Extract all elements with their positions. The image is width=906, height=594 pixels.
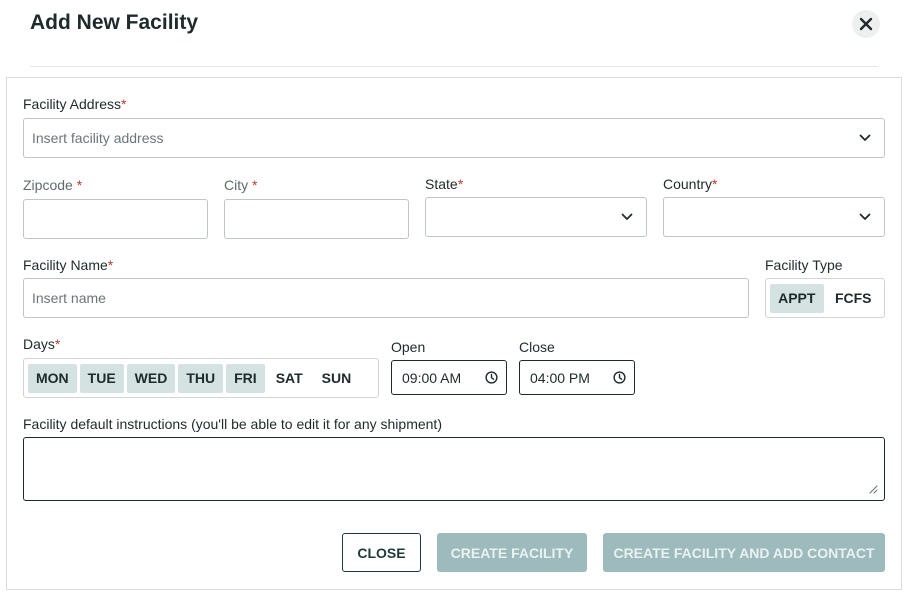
create-facility-and-add-contact-button[interactable]: CREATE FACILITY AND ADD CONTACT	[603, 533, 885, 572]
zipcode-input[interactable]	[23, 199, 208, 239]
close-dialog-button[interactable]	[852, 10, 880, 38]
facility-type-appt[interactable]: APPT	[770, 283, 824, 313]
days-label: Days*	[23, 336, 61, 352]
days-selector: MON TUE WED THU FRI SAT SUN	[23, 358, 379, 398]
create-facility-button[interactable]: CREATE FACILITY	[437, 533, 587, 572]
instructions-label: Facility default instructions (you'll be…	[23, 416, 442, 432]
day-wed[interactable]: WED	[126, 363, 176, 393]
day-thu[interactable]: THU	[178, 363, 224, 393]
open-time-input[interactable]: 09:00 AM	[391, 360, 507, 395]
day-tue[interactable]: TUE	[79, 363, 124, 393]
title-divider	[30, 66, 878, 67]
chevron-down-icon	[858, 131, 872, 145]
zipcode-label: Zipcode *	[23, 177, 83, 193]
day-sun[interactable]: SUN	[314, 364, 360, 393]
facility-type-toggle: APPT FCFS	[765, 278, 885, 318]
chevron-down-icon	[858, 210, 872, 224]
country-select[interactable]	[663, 197, 885, 237]
clock-icon	[485, 371, 498, 384]
instructions-textarea[interactable]	[23, 437, 885, 501]
day-fri[interactable]: FRI	[226, 363, 265, 393]
clock-icon	[613, 371, 626, 384]
close-time-value: 04:00 PM	[530, 369, 590, 386]
day-sat[interactable]: SAT	[268, 364, 311, 393]
resize-handle-icon[interactable]	[869, 485, 878, 494]
close-button[interactable]: CLOSE	[342, 533, 421, 572]
close-label: Close	[519, 339, 555, 355]
address-label: Facility Address*	[23, 96, 127, 112]
chevron-down-icon	[620, 210, 634, 224]
dialog-title: Add New Facility	[30, 11, 199, 34]
facility-name-placeholder: Insert name	[32, 290, 106, 306]
facility-type-fcfs[interactable]: FCFS	[827, 284, 881, 313]
address-placeholder: Insert facility address	[32, 130, 164, 146]
state-label: State*	[425, 176, 464, 192]
facility-name-input[interactable]: Insert name	[23, 278, 749, 318]
city-label: City *	[224, 177, 258, 193]
address-select[interactable]: Insert facility address	[23, 118, 885, 158]
close-time-input[interactable]: 04:00 PM	[519, 360, 635, 395]
day-mon[interactable]: MON	[28, 363, 77, 393]
country-label: Country*	[663, 176, 718, 192]
facility-type-label: Facility Type	[765, 257, 843, 273]
open-time-value: 09:00 AM	[402, 369, 462, 386]
city-input[interactable]	[224, 199, 409, 239]
state-select[interactable]	[425, 197, 647, 237]
facility-name-label: Facility Name*	[23, 257, 114, 273]
open-label: Open	[391, 339, 426, 355]
close-icon	[859, 17, 873, 31]
